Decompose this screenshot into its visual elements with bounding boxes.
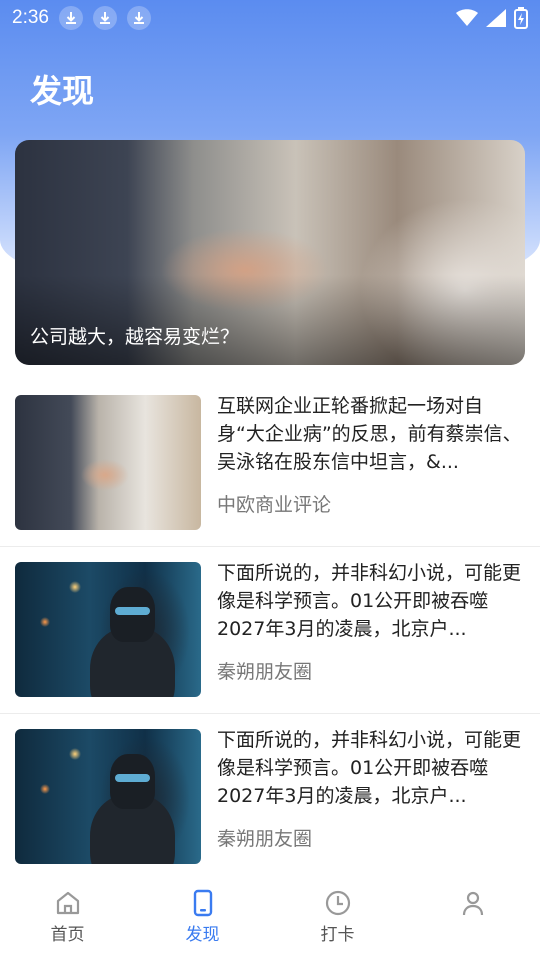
signal-icon <box>486 9 506 27</box>
article-source: 秦朔朋友圈 <box>217 828 313 850</box>
article-thumbnail <box>15 395 201 530</box>
status-bar: 2:36 <box>0 0 540 36</box>
download-icon <box>92 6 117 30</box>
list-item[interactable]: 互联网企业正轮番掀起一场对自身“大企业病”的反思，前有蔡崇信、吴泳铭在股东信中坦… <box>0 380 540 547</box>
tab-checkin[interactable]: 打卡 <box>270 876 405 960</box>
banner-caption: 公司越大，越容易变烂？ <box>30 326 240 348</box>
wifi-icon <box>456 9 478 26</box>
article-summary: 下面所说的，并非科幻小说，可能更像是科学预言。01公开即被吞噬2027年3月的凌… <box>217 562 522 640</box>
download-icon <box>58 6 83 30</box>
bottom-tab-bar: 首页 发现 打卡 <box>0 876 540 960</box>
page-title: 发现 <box>30 72 95 110</box>
article-source: 中欧商业评论 <box>217 494 332 516</box>
download-icon <box>126 6 151 30</box>
tab-discover[interactable]: 发现 <box>135 876 270 960</box>
article-summary: 互联网企业正轮番掀起一场对自身“大企业病”的反思，前有蔡崇信、吴泳铭在股东信中坦… <box>217 395 522 473</box>
tab-label: 打卡 <box>320 925 355 945</box>
article-source: 秦朔朋友圈 <box>217 661 313 683</box>
status-time: 2:36 <box>12 7 49 28</box>
tab-profile[interactable] <box>405 876 540 960</box>
list-item[interactable]: 下面所说的，并非科幻小说，可能更像是科学预言。01公开即被吞噬2027年3月的凌… <box>0 547 540 714</box>
person-icon <box>462 891 483 916</box>
clock-icon <box>325 890 350 916</box>
article-thumbnail <box>15 562 201 697</box>
tab-label: 首页 <box>50 925 85 945</box>
battery-icon <box>514 7 528 29</box>
article-thumbnail <box>15 729 201 864</box>
list-item[interactable]: 下面所说的，并非科幻小说，可能更像是科学预言。01公开即被吞噬2027年3月的凌… <box>0 714 540 881</box>
tab-home[interactable]: 首页 <box>0 876 135 960</box>
article-summary: 下面所说的，并非科幻小说，可能更像是科学预言。01公开即被吞噬2027年3月的凌… <box>217 729 522 807</box>
phone-icon <box>193 889 212 917</box>
home-icon <box>56 891 79 915</box>
featured-banner[interactable]: 公司越大，越容易变烂？ <box>15 140 525 365</box>
tab-label: 发现 <box>185 925 220 945</box>
